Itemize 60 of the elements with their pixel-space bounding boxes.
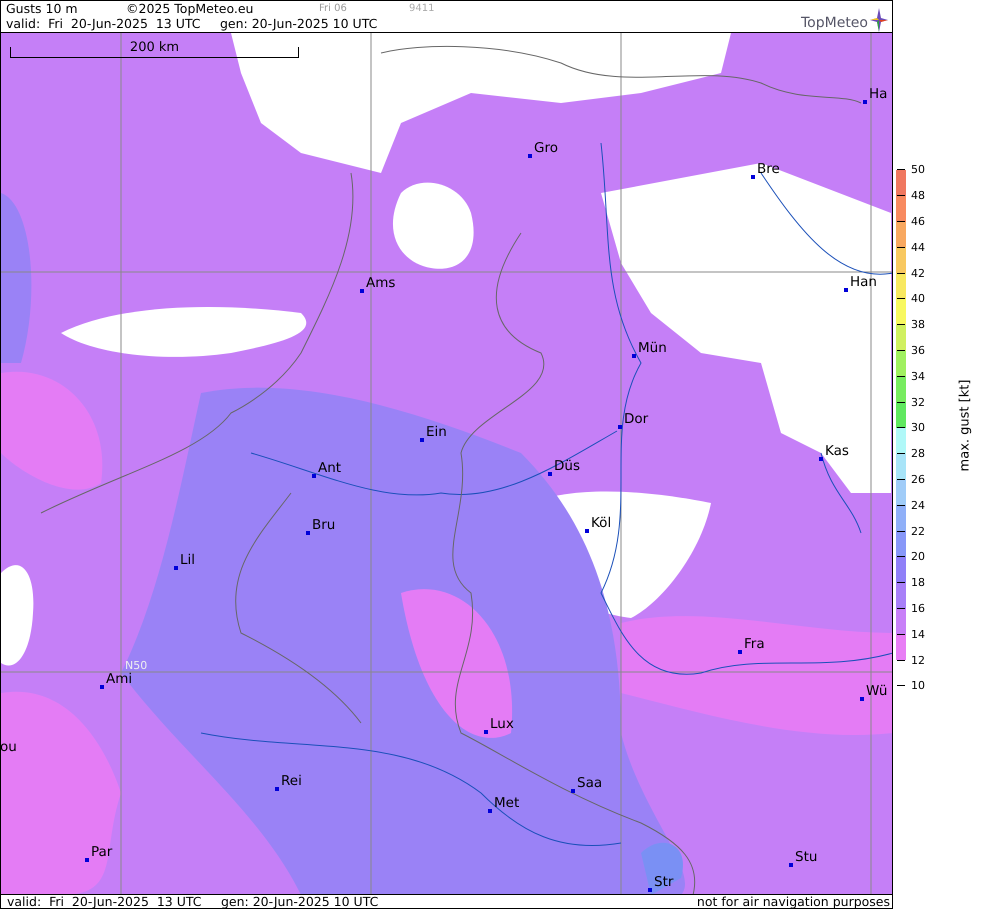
run-label: Fri 06 — [319, 3, 348, 14]
city-label: Bre — [757, 162, 780, 177]
tick-label: 18 — [911, 576, 925, 590]
city-label: Saa — [577, 776, 602, 791]
city-label: Rei — [281, 774, 302, 789]
tick-label: 42 — [911, 266, 925, 280]
map-title: Gusts 10 m — [6, 1, 79, 16]
tick-label: 46 — [911, 214, 925, 228]
city-label: Wü — [866, 684, 888, 699]
tick-label: 22 — [911, 524, 925, 538]
city-label: ou — [1, 740, 17, 755]
scale-label: 200 km — [130, 40, 180, 57]
city-label: Mün — [638, 340, 667, 356]
tick-label: 12 — [911, 654, 925, 667]
city-label: Han — [850, 274, 877, 290]
tick-label: 48 — [911, 189, 925, 202]
city-label: Bru — [312, 518, 336, 533]
tick-label: 26 — [911, 472, 925, 486]
tick-label: 24 — [911, 498, 925, 512]
city-label: Ams — [366, 276, 396, 291]
city-label: Dor — [624, 412, 648, 427]
latitude-label: N50 — [125, 658, 148, 672]
legend-title: max. gust [kt] — [958, 378, 972, 474]
generated-time: gen: 20-Jun-2025 10 UTC — [220, 16, 378, 31]
city-label: Par — [91, 844, 112, 860]
tick-label: 16 — [911, 602, 925, 615]
city-label: Stu — [795, 850, 818, 865]
tick-label: 40 — [911, 292, 925, 306]
city-label: Lux — [490, 716, 514, 732]
tick-label: 38 — [911, 318, 925, 332]
tick-label: 34 — [911, 370, 925, 383]
tick-label: 36 — [911, 344, 925, 357]
tick-label: 50 — [911, 163, 925, 176]
city-label: Ant — [318, 460, 342, 476]
city-label: Düs — [554, 458, 580, 474]
city-label: Met — [494, 796, 520, 811]
compass-star-icon — [870, 8, 888, 32]
tick-label: 44 — [911, 240, 925, 254]
city-label: Ha — [869, 86, 888, 102]
copyright-text: ©2025 TopMeteo.eu — [126, 1, 254, 16]
city-label: Ami — [106, 672, 132, 687]
valid-time: valid: Fri 20-Jun-2025 13 UTC — [6, 16, 202, 31]
city-label: Gro — [534, 140, 558, 156]
city-label: Str — [654, 874, 674, 890]
disclaimer-text: not for air navigation purposes — [696, 894, 890, 909]
city-label: Kas — [825, 444, 849, 459]
generated-time: gen: 20-Jun-2025 10 UTC — [221, 894, 378, 909]
tick-label: 20 — [911, 550, 925, 564]
tick-label: 14 — [911, 628, 925, 641]
tick-label: 32 — [911, 396, 925, 409]
city-label: Köl — [591, 516, 612, 531]
code-label: 9411 — [409, 3, 434, 14]
city-label: Fra — [744, 636, 765, 652]
tick-label: 10 — [911, 679, 925, 692]
tick-label: 28 — [911, 447, 925, 460]
logo-text: TopMeteo — [801, 14, 868, 32]
city-label: Ein — [426, 424, 447, 440]
valid-time: valid: Fri 20-Jun-2025 13 UTC — [7, 894, 203, 909]
city-label: Lil — [180, 552, 196, 568]
tick-label: 30 — [911, 421, 925, 434]
